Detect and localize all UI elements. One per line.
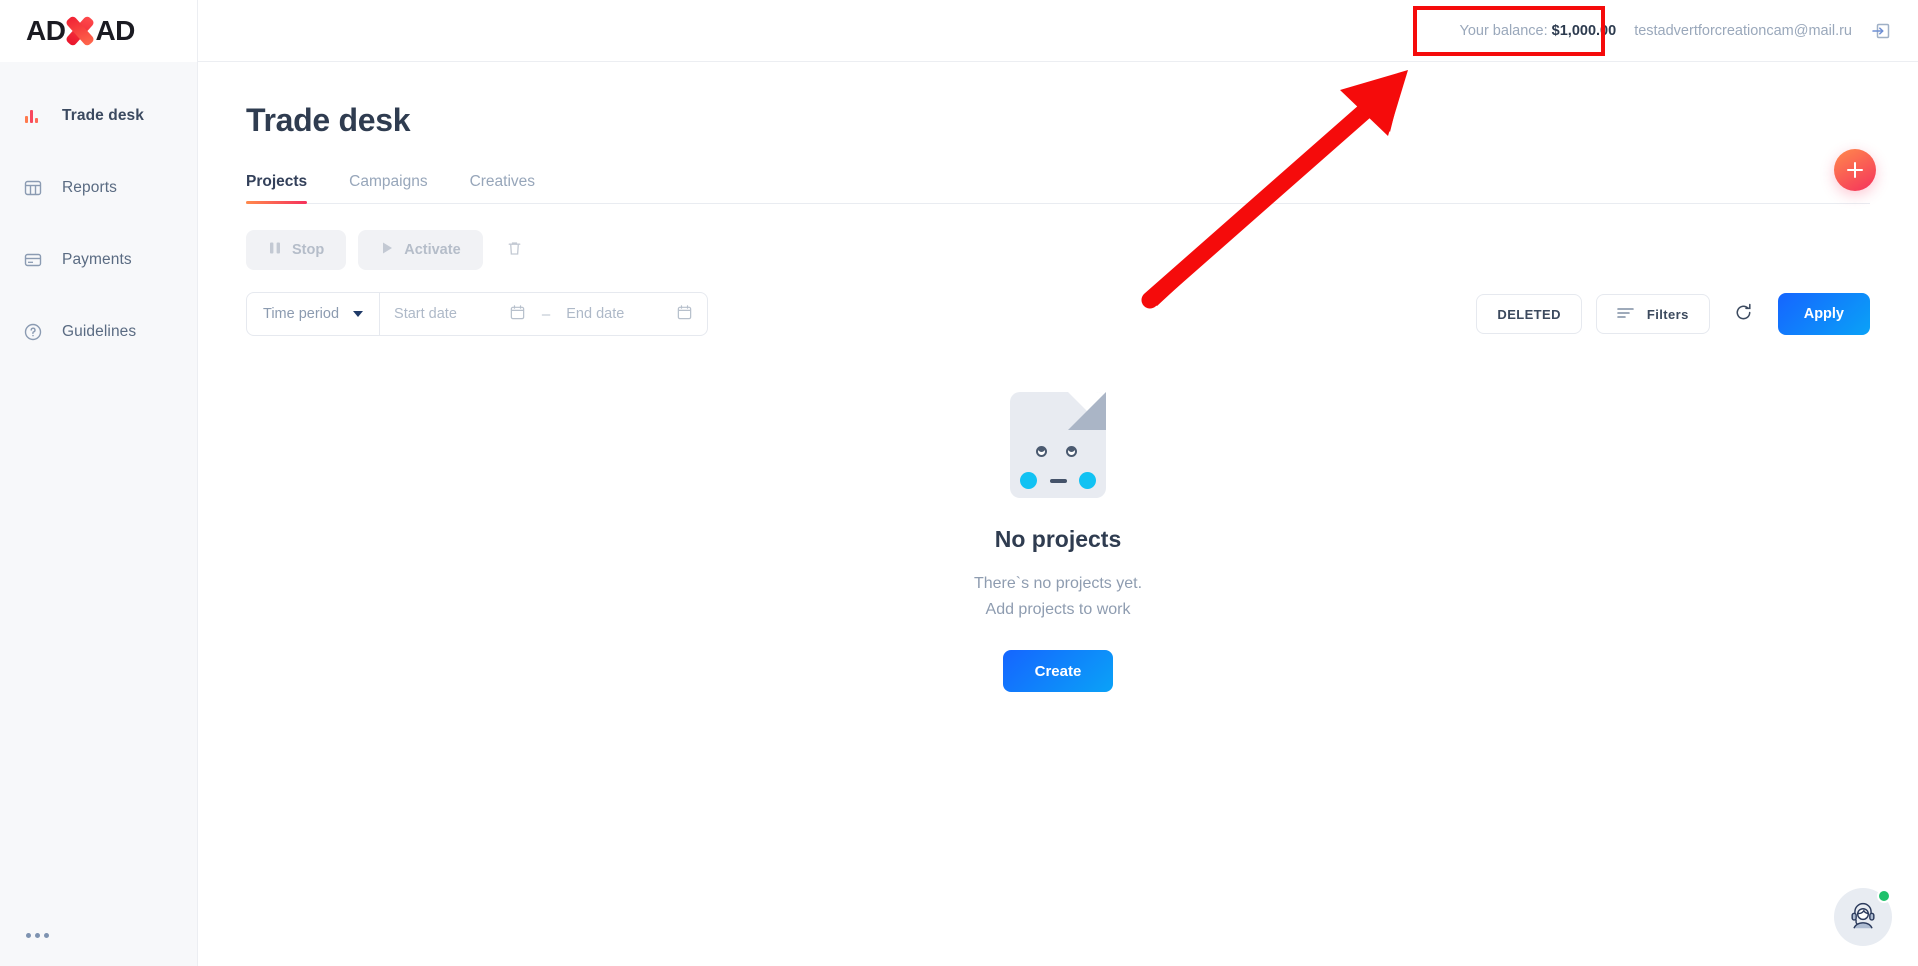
topbar: Your balance: $1,000.00 testadvertforcre… xyxy=(198,0,1918,62)
start-date-placeholder: Start date xyxy=(394,306,457,322)
sidebar-item-label: Trade desk xyxy=(62,107,144,124)
table-grid-icon xyxy=(22,177,44,199)
tab-campaigns[interactable]: Campaigns xyxy=(349,173,427,203)
empty-state-line1: There`s no projects yet. xyxy=(973,575,1143,592)
bar-chart-icon xyxy=(22,105,44,127)
tabs-row: Projects Campaigns Creatives xyxy=(246,149,1876,204)
deleted-label: DELETED xyxy=(1497,306,1561,322)
user-email[interactable]: testadvertforcreationcam@mail.ru xyxy=(1634,23,1852,39)
delete-button[interactable] xyxy=(495,230,535,270)
activate-button[interactable]: Activate xyxy=(358,230,483,270)
add-project-fab[interactable] xyxy=(1834,149,1876,191)
start-date-input[interactable]: Start date xyxy=(380,293,540,335)
question-circle-icon xyxy=(22,321,44,343)
sidebar-item-label: Reports xyxy=(62,179,117,196)
tab-projects[interactable]: Projects xyxy=(246,173,308,204)
empty-document-face-icon xyxy=(1010,392,1106,498)
refresh-icon xyxy=(1733,302,1754,326)
bulk-actions-toolbar: Stop Activate xyxy=(246,230,1870,270)
empty-state-line2: Add projects to work xyxy=(985,600,1131,618)
sidebar-item-label: Payments xyxy=(62,251,132,268)
dot xyxy=(35,933,40,938)
sidebar-item-trade-desk[interactable]: Trade desk xyxy=(0,94,197,138)
refresh-button[interactable] xyxy=(1724,294,1764,334)
tabs-divider xyxy=(246,203,1870,204)
app-root: AD AD Trade desk Reports Payments Guidel… xyxy=(0,0,1918,966)
date-filter-group: Time period Start date – End date xyxy=(246,292,709,336)
sidebar-more-menu[interactable] xyxy=(26,933,49,938)
sidebar-nav: Trade desk Reports Payments Guidelines xyxy=(0,94,197,354)
logout-icon[interactable] xyxy=(1870,20,1892,42)
blush-right xyxy=(1079,472,1096,489)
play-icon xyxy=(380,241,394,259)
logo[interactable]: AD AD xyxy=(0,0,197,62)
online-status-dot xyxy=(1877,889,1891,903)
tab-creatives[interactable]: Creatives xyxy=(470,173,535,203)
deleted-button[interactable]: DELETED xyxy=(1476,294,1582,334)
eye-left xyxy=(1036,446,1047,457)
blush-left xyxy=(1020,472,1037,489)
eye-right xyxy=(1066,446,1077,457)
dot xyxy=(44,933,49,938)
filter-row: Time period Start date – End date DELETE… xyxy=(246,292,1870,336)
end-date-placeholder: End date xyxy=(566,306,625,322)
support-chat-widget[interactable] xyxy=(1834,888,1892,946)
time-period-label: Time period xyxy=(263,306,340,322)
empty-state-title: No projects xyxy=(994,526,1122,552)
date-range-separator: – xyxy=(541,305,551,323)
sidebar-item-label: Guidelines xyxy=(62,323,137,340)
page-title: Trade desk xyxy=(246,102,411,138)
content: Trade desk Projects Campaigns Creatives xyxy=(198,62,1918,966)
activate-label: Activate xyxy=(404,242,461,258)
pause-icon xyxy=(268,241,282,259)
main-area: Your balance: $1,000.00 testadvertforcre… xyxy=(198,0,1918,966)
dot xyxy=(26,933,31,938)
sidebar-item-guidelines[interactable]: Guidelines xyxy=(0,310,197,354)
calendar-icon xyxy=(676,304,693,325)
empty-state: No projects There`s no projects yet. Add… xyxy=(246,392,1870,693)
logo-text-right: AD xyxy=(95,15,135,46)
time-period-select[interactable]: Time period xyxy=(247,293,381,335)
logo-x-icon xyxy=(63,14,97,48)
stop-button[interactable]: Stop xyxy=(246,230,347,270)
mouth xyxy=(1050,479,1067,483)
empty-state-description: There`s no projects yet. Add projects to… xyxy=(974,571,1142,622)
filters-button[interactable]: Filters xyxy=(1595,294,1710,334)
calendar-icon xyxy=(509,304,526,325)
create-button[interactable]: Create xyxy=(1002,650,1114,693)
end-date-input[interactable]: End date xyxy=(552,293,707,335)
balance-display: Your balance: $1,000.00 xyxy=(1459,23,1616,39)
tabs: Projects Campaigns Creatives xyxy=(246,173,1870,204)
trash-icon xyxy=(505,239,524,261)
sidebar-item-reports[interactable]: Reports xyxy=(0,166,197,210)
stop-label: Stop xyxy=(292,242,325,258)
credit-card-icon xyxy=(22,249,44,271)
filters-label: Filters xyxy=(1646,306,1689,322)
sidebar: AD AD Trade desk Reports Payments Guidel… xyxy=(0,0,198,966)
doc-fold-shadow xyxy=(1068,392,1106,430)
sidebar-item-payments[interactable]: Payments xyxy=(0,238,197,282)
chevron-down-icon xyxy=(353,311,364,317)
headset-operator-icon xyxy=(1844,896,1882,939)
logo-text-left: AD xyxy=(26,15,66,46)
filter-lines-icon xyxy=(1617,306,1635,323)
filter-actions: DELETED Filters Apply xyxy=(1476,293,1870,335)
balance-label: Your balance: xyxy=(1459,22,1548,39)
apply-button[interactable]: Apply xyxy=(1777,293,1870,335)
balance-value: $1,000.00 xyxy=(1551,22,1617,39)
